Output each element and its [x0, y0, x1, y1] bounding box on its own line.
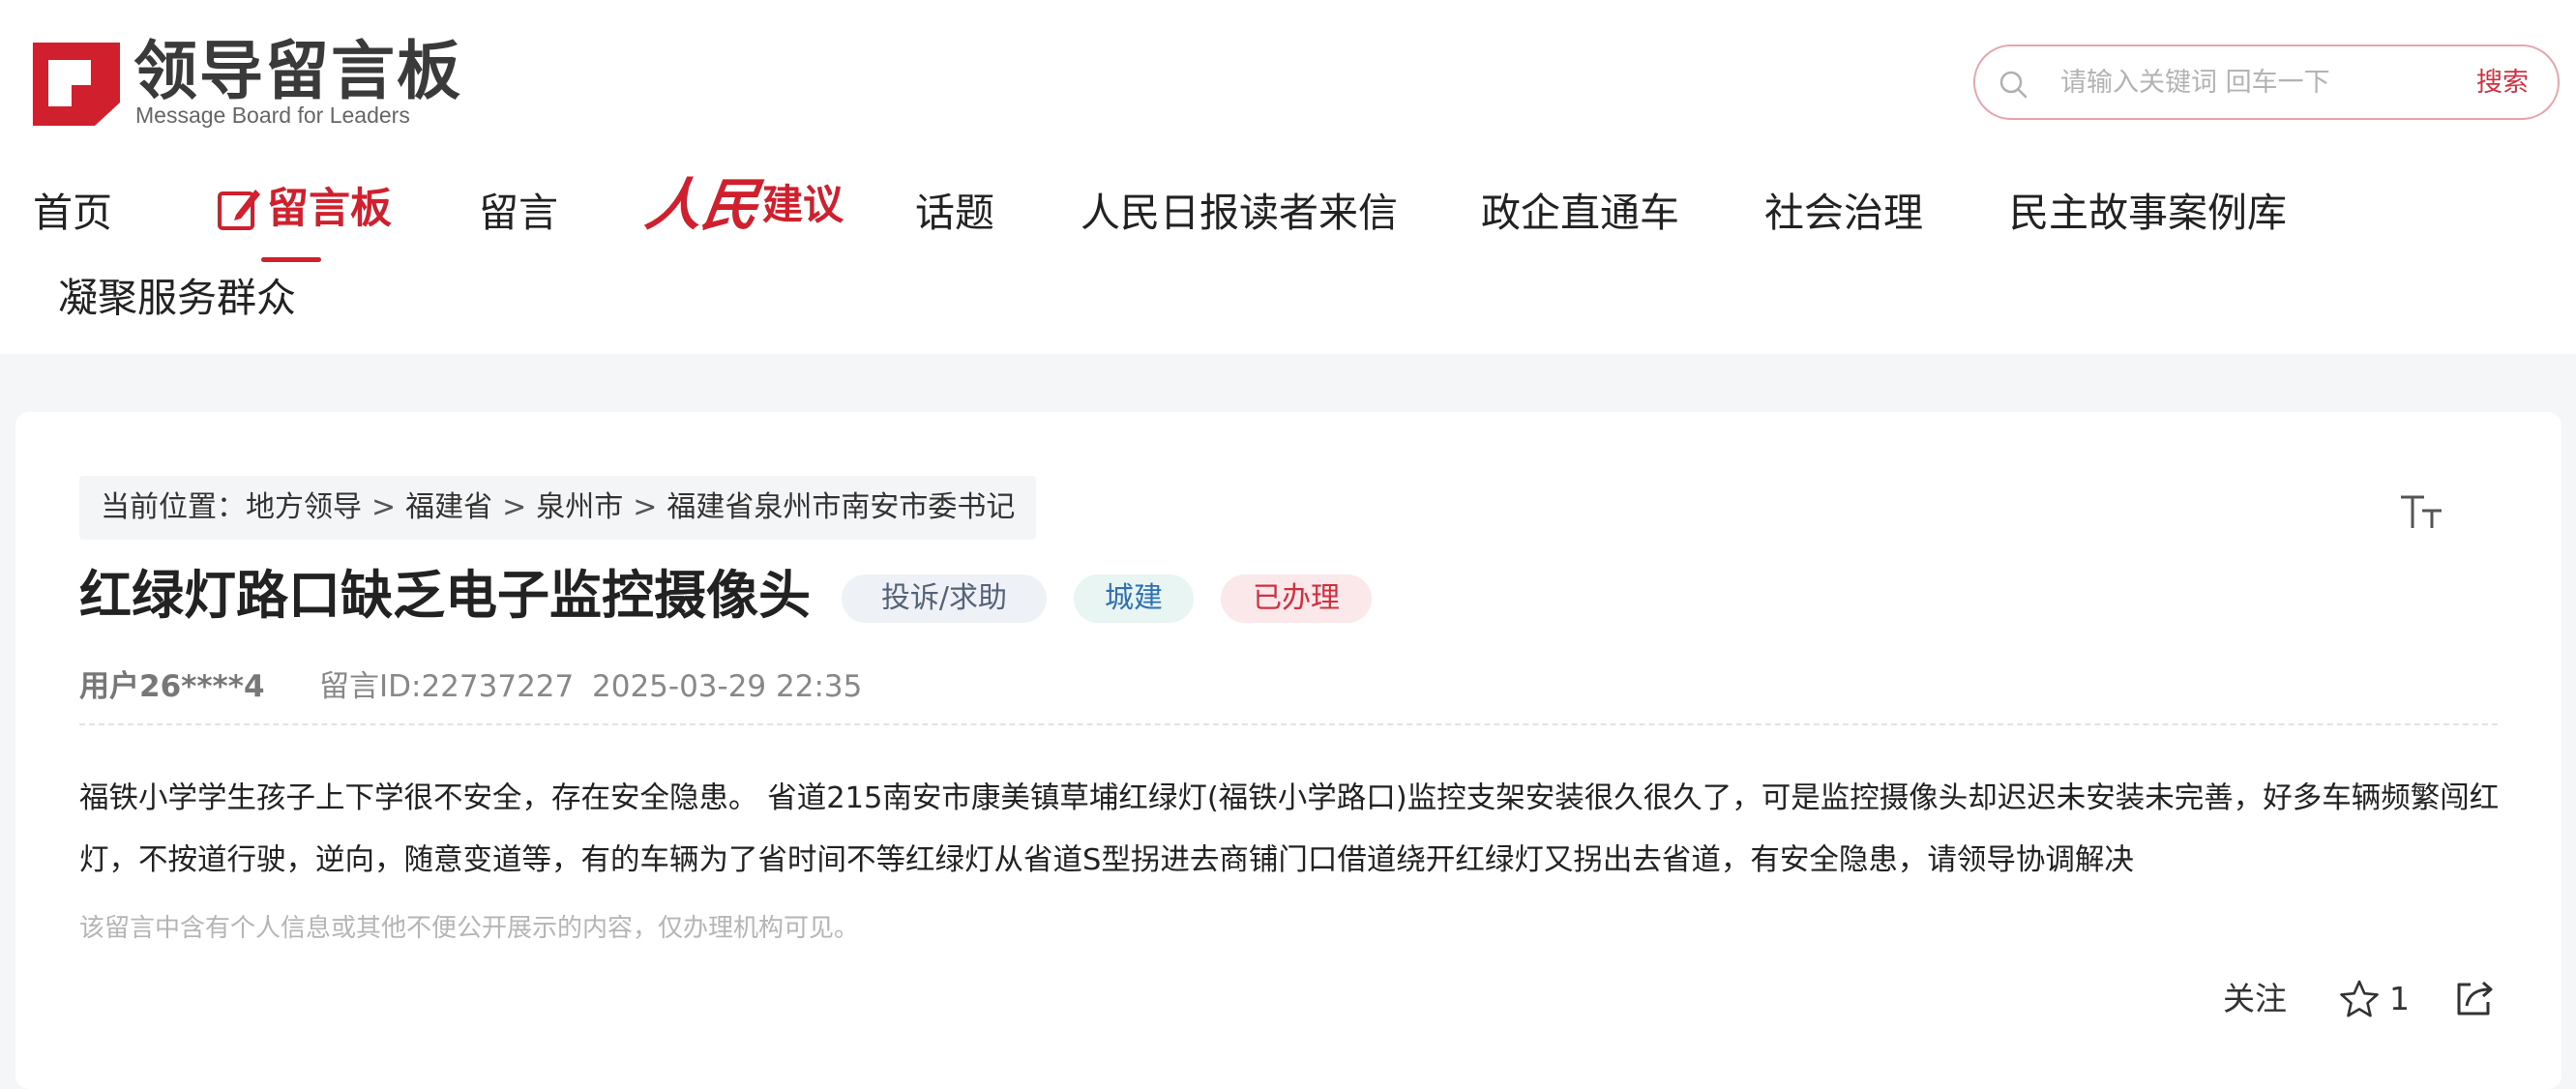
renmin-script-logo: 人民 — [641, 172, 763, 238]
breadcrumb: 当前位置：地方领导 > 福建省 > 泉州市 > 福建省泉州市南安市委书记 — [79, 476, 1037, 540]
message-date: 2025-03-29 22:35 — [592, 669, 863, 704]
status-badge: 已办理 — [1221, 574, 1372, 623]
edit-note-icon — [218, 190, 260, 230]
share-icon[interactable] — [2453, 977, 2496, 1019]
breadcrumb-item[interactable]: 地方领导 — [246, 490, 362, 524]
divider — [79, 723, 2498, 725]
breadcrumb-separator: > — [371, 490, 397, 524]
nav-topics[interactable]: 话题 — [915, 187, 994, 239]
author-name[interactable]: 用户26****4 — [79, 665, 265, 708]
breadcrumb-item[interactable]: 福建省 — [405, 490, 492, 524]
site-subtitle: Message Board for Leaders — [135, 103, 410, 128]
nav-business-direct[interactable]: 政企直通车 — [1481, 187, 1679, 239]
breadcrumb-separator: > — [502, 490, 527, 524]
nav-social-governance[interactable]: 社会治理 — [1764, 187, 1923, 239]
breadcrumb-item[interactable]: 泉州市 — [536, 490, 623, 524]
message-card: 当前位置：地方领导 > 福建省 > 泉州市 > 福建省泉州市南安市委书记 红绿灯路口缺乏电子… — [15, 412, 2561, 1089]
font-size-icon[interactable] — [2399, 493, 2443, 532]
renmin-jianyi-label: 建议 — [762, 181, 844, 228]
domain-tag: 城建 — [1074, 574, 1194, 623]
message-body: 福铁小学学生孩子上下学很不安全，存在安全隐患。 省道215南安市康美镇草埔红绿灯… — [79, 781, 2500, 877]
nav-message-board-label: 留言板 — [267, 185, 392, 233]
nav-home[interactable]: 首页 — [33, 187, 112, 239]
search-input[interactable] — [2060, 60, 2428, 104]
privacy-notice: 该留言中含有个人信息或其他不便公开展示的内容，仅办理机构可见。 — [79, 914, 860, 943]
like-count: 1 — [2389, 980, 2410, 1017]
message-id: 留言ID:22737227 — [319, 669, 575, 704]
message-title: 红绿灯路口缺乏电子监控摄像头 — [79, 565, 811, 626]
search-box: 搜索 — [1973, 44, 2560, 120]
breadcrumb-separator: > — [633, 490, 658, 524]
site-header: 领导留言板 Message Board for Leaders 搜索 首页 留言… — [0, 0, 2576, 354]
nav-leave-message[interactable]: 留言 — [479, 187, 558, 239]
search-button[interactable]: 搜索 — [2476, 64, 2529, 103]
active-nav-indicator — [261, 257, 321, 262]
nav-democracy-stories[interactable]: 民主故事案例库 — [2009, 187, 2287, 239]
site-title[interactable]: 领导留言板 — [133, 33, 462, 110]
message-board-logo-icon[interactable] — [33, 43, 120, 126]
search-icon — [1999, 71, 2028, 99]
follow-button[interactable]: 关注 — [2223, 975, 2287, 1023]
nav-serve-masses[interactable]: 凝聚服务群众 — [58, 272, 296, 324]
breadcrumb-prefix: 当前位置： — [101, 490, 246, 524]
star-icon — [2340, 980, 2379, 1017]
breadcrumb-item[interactable]: 福建省泉州市南安市委书记 — [666, 490, 1015, 524]
nav-readers-letters[interactable]: 人民日报读者来信 — [1081, 187, 1398, 239]
type-tag: 投诉/求助 — [842, 574, 1047, 623]
